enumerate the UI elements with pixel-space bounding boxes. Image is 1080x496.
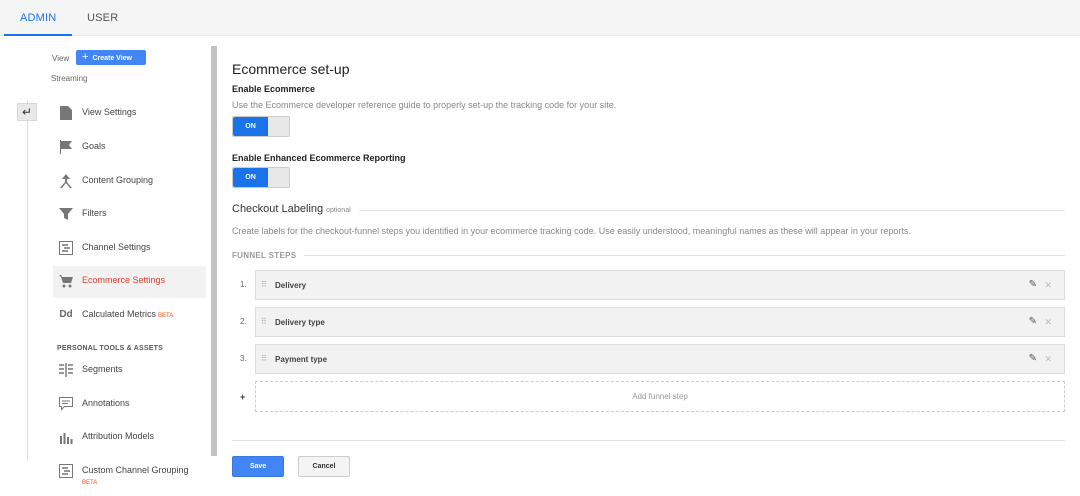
enhanced-ecommerce-toggle[interactable]: ON (232, 167, 290, 188)
pencil-icon[interactable]: ✎ (1029, 316, 1037, 327)
back-arrow-icon: ↵ (21, 105, 33, 119)
funnel-step-name: Delivery type (275, 318, 325, 327)
sidebar-item-annotations[interactable]: Annotations (53, 389, 206, 421)
flag-icon (59, 140, 73, 154)
funnel-step-number: 2. (240, 317, 247, 326)
funnel-step-box[interactable]: ⠿ Payment type ✎ ✕ (255, 344, 1065, 374)
bar-chart-icon (59, 430, 73, 444)
toggle-on-label: ON (233, 168, 268, 187)
section-divider (304, 255, 1065, 256)
section-divider (359, 210, 1065, 211)
sidebar-divider (27, 100, 28, 460)
sidebar-item-label: Goals (82, 141, 106, 151)
calculated-metrics-icon: Dd (59, 309, 73, 320)
pencil-icon[interactable]: ✎ (1029, 353, 1037, 364)
sidebar-item-filters[interactable]: Filters (53, 199, 206, 231)
create-view-button[interactable]: + Create View (76, 50, 146, 65)
cancel-button[interactable]: Cancel (298, 456, 350, 477)
back-arrow-button[interactable]: ↵ (17, 103, 37, 121)
document-icon (59, 106, 73, 120)
funnel-steps-header: FUNNEL STEPS (232, 251, 297, 260)
filter-icon (59, 207, 73, 221)
toggle-on-label: ON (233, 117, 268, 136)
sidebar-item-label: View Settings (82, 107, 137, 117)
top-tab-bar: ADMIN USER (0, 0, 1080, 36)
save-button[interactable]: Save (232, 456, 284, 477)
funnel-step-name: Payment type (275, 355, 328, 364)
cart-icon (59, 274, 73, 288)
funnel-step-name: Delivery (275, 281, 307, 290)
plus-icon: + (82, 51, 89, 63)
footer-divider (232, 440, 1065, 441)
page-title: Ecommerce set-up (232, 61, 350, 77)
sidebar-item-label: Content Grouping (82, 175, 154, 185)
sidebar-item-ecommerce-settings[interactable]: Ecommerce Settings (53, 266, 206, 298)
checkout-description: Create labels for the checkout-funnel st… (232, 226, 911, 236)
sidebar-scrollbar[interactable] (211, 46, 217, 456)
funnel-step: 3. ⠿ Payment type ✎ ✕ (232, 344, 1065, 374)
enhanced-ecommerce-label: Enable Enhanced Ecommerce Reporting (232, 153, 406, 163)
sidebar-item-label: Segments (82, 364, 123, 374)
tab-admin[interactable]: ADMIN (4, 0, 73, 36)
sidebar-item-label: Attribution Models (82, 431, 155, 441)
sidebar-item-content-grouping[interactable]: Content Grouping (53, 166, 206, 198)
drag-handle-icon[interactable]: ⠿ (261, 354, 267, 363)
beta-badge: BETA (82, 480, 98, 486)
close-icon[interactable]: ✕ (1044, 354, 1052, 365)
funnel-step-box[interactable]: ⠿ Delivery type ✎ ✕ (255, 307, 1065, 337)
sidebar-item-channel-settings[interactable]: Channel Settings (53, 233, 206, 265)
view-name: Streaming (51, 74, 88, 83)
add-funnel-step-button[interactable]: Add funnel step (255, 381, 1065, 412)
sidebar-item-attribution-models[interactable]: Attribution Models (53, 422, 206, 454)
sidebar-item-label: Custom Channel Grouping (82, 465, 189, 475)
optional-label: optional (326, 207, 351, 214)
enable-ecommerce-description: Use the Ecommerce developer reference gu… (232, 100, 617, 110)
enable-ecommerce-label: Enable Ecommerce (232, 84, 316, 94)
add-plus-icon[interactable]: + (240, 392, 245, 402)
drag-handle-icon[interactable]: ⠿ (261, 280, 267, 289)
checkout-labeling-title: Checkout Labeling (232, 203, 324, 215)
tab-user[interactable]: USER (87, 0, 118, 36)
funnel-step: 1. ⠿ Delivery ✎ ✕ (232, 270, 1065, 300)
funnel-step-box[interactable]: ⠿ Delivery ✎ ✕ (255, 270, 1065, 300)
sidebar-item-label: Annotations (82, 398, 130, 408)
annotations-icon (59, 397, 73, 411)
checkout-labeling-heading: Checkout Labeling optional (232, 203, 351, 215)
segments-icon (59, 363, 73, 377)
sidebar-item-label: Channel Settings (82, 242, 151, 252)
sidebar-item-goals[interactable]: Goals (53, 132, 206, 164)
channel-settings-icon (59, 241, 73, 255)
enable-ecommerce-toggle[interactable]: ON (232, 116, 290, 137)
view-label: View (52, 54, 70, 63)
funnel-step: 2. ⠿ Delivery type ✎ ✕ (232, 307, 1065, 337)
content-grouping-icon (59, 174, 73, 188)
create-view-label: Create View (92, 55, 132, 62)
main-content: Ecommerce set-up Enable Ecommerce Use th… (218, 36, 1080, 496)
funnel-step-number: 3. (240, 354, 247, 363)
beta-badge: BETA (158, 313, 174, 319)
sidebar-item-label: Ecommerce Settings (82, 275, 166, 285)
sidebar-item-calculated-metrics[interactable]: Dd Calculated Metrics BETA (53, 300, 206, 332)
section-header-personal-tools: PERSONAL TOOLS & ASSETS (57, 345, 163, 352)
funnel-step-number: 1. (240, 280, 247, 289)
sidebar-item-label: Filters (82, 208, 107, 218)
sidebar-item-custom-channel-grouping[interactable]: Custom Channel Grouping BETA (53, 456, 206, 496)
close-icon[interactable]: ✕ (1044, 317, 1052, 328)
close-icon[interactable]: ✕ (1044, 280, 1052, 291)
pencil-icon[interactable]: ✎ (1029, 279, 1037, 290)
sidebar-item-view-settings[interactable]: View Settings (53, 98, 206, 130)
sidebar-item-segments[interactable]: Segments (53, 355, 206, 387)
drag-handle-icon[interactable]: ⠿ (261, 317, 267, 326)
sidebar-item-label: Calculated Metrics (82, 309, 157, 319)
custom-channel-icon (59, 464, 73, 478)
